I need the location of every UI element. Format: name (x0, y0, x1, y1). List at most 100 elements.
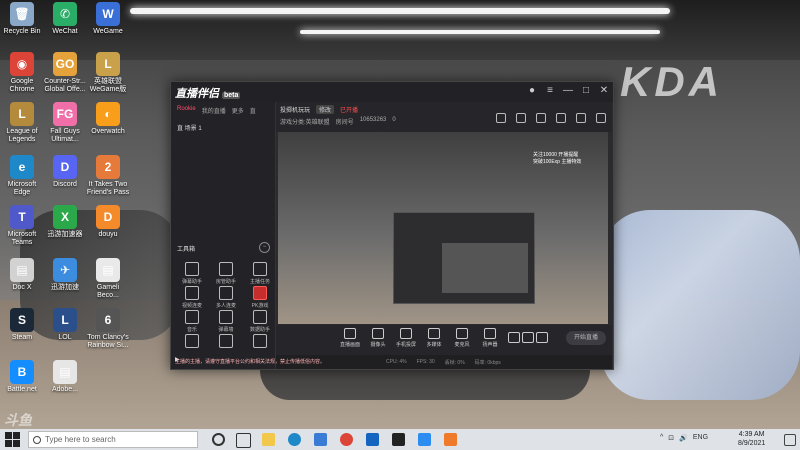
toolbox-item[interactable]: 房管助手 (211, 262, 241, 285)
camera-small-icon[interactable] (508, 328, 520, 345)
taskbar-search-input[interactable]: Type here to search (28, 431, 198, 448)
tool-icon (185, 262, 199, 276)
desktop-icon[interactable]: ▤ Adobe... (43, 360, 87, 394)
menu-icon[interactable]: ≡ (545, 85, 555, 96)
toolbox-item[interactable]: PK游戏 (245, 286, 275, 309)
settings-icon[interactable] (556, 113, 566, 123)
toolbox-title: 工具箱 (177, 247, 196, 253)
bell-icon[interactable] (576, 113, 586, 123)
stream-app-window[interactable]: 直播伴侣 beta ● ≡ — □ ✕ Rookie 我的直播 更多直 直 场景 1 … (170, 81, 614, 370)
toolbox-item[interactable]: 视频连麦 (177, 286, 207, 309)
sidebar-tab[interactable]: 更多 (232, 106, 244, 115)
share-icon[interactable] (496, 113, 506, 123)
sidebar-tab[interactable]: Rookie (177, 106, 196, 115)
toolbox-item[interactable]: 多人连麦 (211, 286, 241, 309)
desktop-icon[interactable]: L LOL (43, 308, 87, 342)
desktop-icon-label: Doc X (12, 284, 32, 291)
zoom-icon[interactable] (418, 433, 431, 446)
scene-item[interactable]: 直 场景 1 (171, 119, 275, 136)
toolbox-item[interactable] (245, 334, 275, 350)
gift-icon[interactable] (536, 113, 546, 123)
toolbox-collapse-icon[interactable]: − (259, 242, 270, 253)
notification-icon[interactable] (784, 434, 796, 446)
sidebar-tab[interactable]: 我的直播 (202, 106, 226, 115)
edit-title-button[interactable]: 修改 (316, 105, 335, 114)
windows-start-icon[interactable] (5, 432, 20, 447)
minimize-icon[interactable]: — (563, 85, 573, 96)
toolbox-item[interactable]: 主播任务 (245, 262, 275, 285)
file-explorer-icon[interactable] (262, 433, 275, 446)
desktop-icon[interactable]: ▤ Doc X (0, 258, 44, 292)
overlay-line: 关注10000 开播提醒 (533, 152, 579, 158)
share-out-icon[interactable] (596, 113, 606, 123)
edge-icon[interactable] (288, 433, 301, 446)
start-live-button[interactable]: 开始直播 (566, 331, 606, 345)
desktop-icon[interactable]: GO Counter-Str... Global Offe... (43, 52, 87, 94)
tray-icon[interactable]: 🔊 (679, 434, 688, 442)
desktop-icon[interactable]: Ddouyu (86, 205, 130, 239)
desktop-icon[interactable]: ✈ 迅游加速 (43, 258, 87, 292)
desktop-icon[interactable]: ◉ Google Chrome (0, 52, 44, 94)
toolbox-item[interactable]: 弹幕助手 (177, 262, 207, 285)
store-icon[interactable] (314, 433, 327, 446)
desktop-icon[interactable]: FG Fall Guys Ultimat... (43, 102, 87, 144)
desktop-icon[interactable]: 2 It Takes Two Friend's Pass (86, 155, 130, 197)
tray-icon[interactable]: ENG (693, 434, 708, 442)
desktop-icon[interactable]: 🗑 Recycle Bin (0, 2, 44, 36)
desktop-icon[interactable]: ▤ Gameli Beco... (86, 258, 130, 300)
tool-label: PK游戏 (251, 303, 269, 309)
desktop-icon[interactable]: D Discord (43, 155, 87, 189)
desktop-icon[interactable]: L 英雄联盟 WeGame版 (86, 52, 130, 94)
cortana-icon[interactable] (212, 433, 225, 446)
app-titlebar[interactable]: 直播伴侣 beta ● ≡ — □ ✕ (171, 82, 613, 102)
desktop-icon[interactable]: e Microsoft Edge (0, 155, 44, 197)
desktop-icon-label: League of Legends (6, 128, 38, 143)
stream-app-taskbar-icon[interactable] (444, 433, 457, 446)
desktop-icon[interactable]: B Battle.net (0, 360, 44, 394)
desktop-icon[interactable]: S Steam (0, 308, 44, 342)
control-label: 扬声器 (482, 342, 498, 348)
app-brand-name: 直播伴侣 (175, 88, 219, 100)
app-icon: ✆ (53, 2, 77, 26)
sidebar-tabs: Rookie 我的直播 更多直 (171, 102, 275, 119)
desktop-icon[interactable]: W WeGame (86, 2, 130, 36)
close-icon[interactable]: ✕ (599, 85, 609, 96)
eye-icon[interactable] (522, 328, 534, 345)
lock-icon[interactable] (516, 113, 526, 123)
desktop-icon[interactable]: T Microsoft Teams (0, 205, 44, 247)
source-control-button[interactable]: 扬声器 (474, 328, 506, 348)
toolbox-item[interactable]: 音乐 (177, 310, 207, 333)
desktop-icon[interactable]: ◐ Overwatch (86, 102, 130, 136)
douyu-watermark: 斗鱼 (4, 412, 32, 428)
toolbox-item[interactable] (211, 334, 241, 350)
avatar-icon[interactable]: ● (527, 85, 537, 96)
chrome-icon[interactable] (340, 433, 353, 446)
room-id: 10653263 (359, 117, 387, 123)
sidebar-tab[interactable]: 直 (250, 106, 256, 115)
clock[interactable]: 4:39 AM 8/9/2021 (738, 430, 765, 448)
app-icon: GO (53, 52, 77, 76)
stream-title[interactable]: 投掷机玩玩 (280, 105, 310, 114)
mail-icon[interactable] (366, 433, 379, 446)
stream-preview[interactable]: 关注10000 开播提醒 突破100Exp 主播特效 (278, 132, 608, 324)
status-metric: FPS: 30 (416, 359, 435, 365)
gear-icon[interactable] (536, 328, 548, 345)
desktop-icon[interactable]: ✆ WeChat (43, 2, 87, 36)
toolbox-item[interactable] (177, 334, 207, 350)
tray-icon[interactable]: ⊡ (668, 434, 674, 442)
control-icon (400, 328, 412, 339)
toolbox-item[interactable]: 弹幕墙 (211, 310, 241, 333)
desktop-icon[interactable]: 6 Tom Clancy's Rainbow Si... (86, 308, 130, 350)
category-label[interactable]: 游戏分类:英雄联盟 (280, 117, 330, 126)
app-icon[interactable] (392, 433, 405, 446)
app-icon: L (10, 102, 34, 126)
tray-icon[interactable]: ^ (660, 434, 663, 442)
tool-icon (253, 334, 267, 348)
desktop-icon[interactable]: L League of Legends (0, 102, 44, 144)
viewer-count: 0 (392, 117, 396, 123)
maximize-icon[interactable]: □ (581, 85, 591, 96)
desktop-icon-label: Tom Clancy's Rainbow Si... (87, 334, 129, 349)
toolbox-item[interactable]: 数据助手 (245, 310, 275, 333)
task-view-icon[interactable] (236, 433, 251, 448)
desktop-icon[interactable]: X 迅游加速器 (43, 205, 87, 239)
